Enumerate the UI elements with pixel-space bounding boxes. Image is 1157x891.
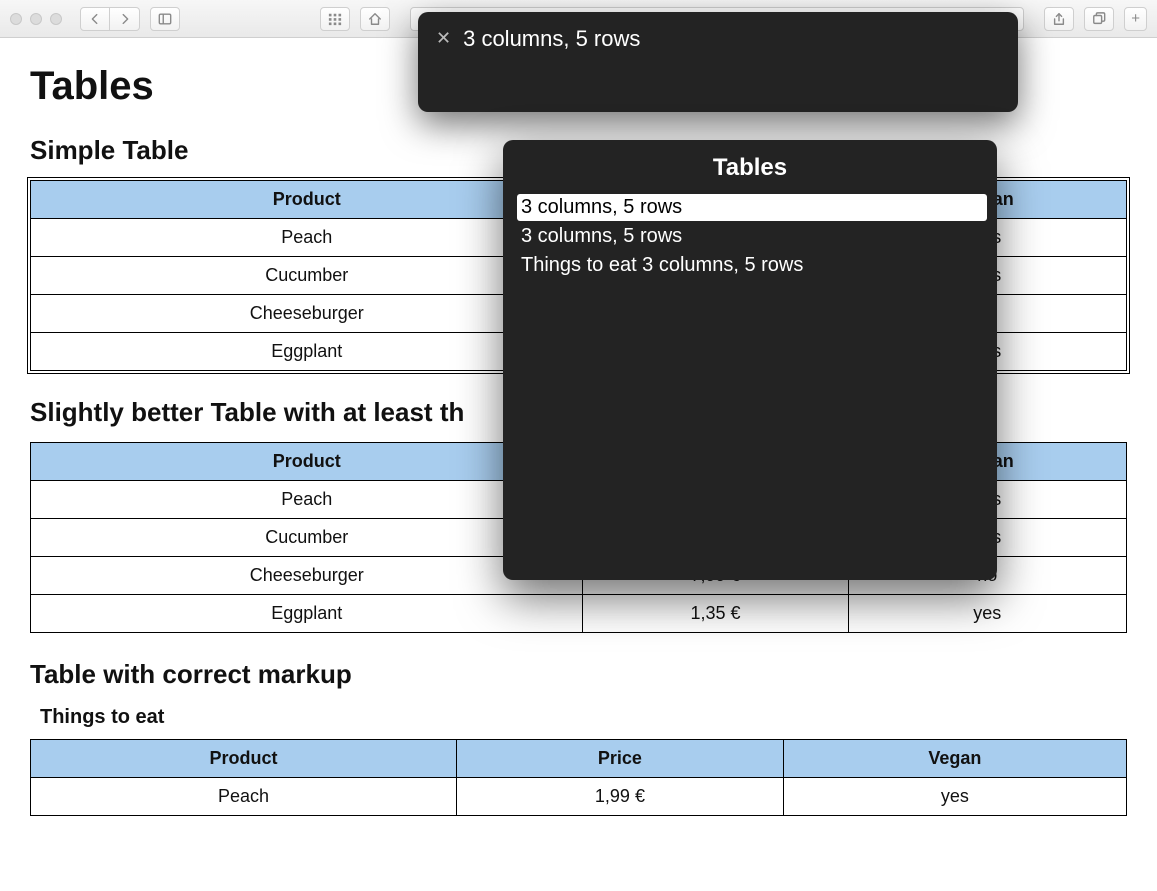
cell: Cheeseburger <box>31 557 583 595</box>
cell: 1,35 € <box>583 595 848 633</box>
cell: Cucumber <box>31 519 583 557</box>
table-row: Eggplant1,35 €yes <box>31 595 1127 633</box>
voiceover-rotor-list: 3 columns, 5 rows 3 columns, 5 rows Thin… <box>503 194 997 293</box>
table-header-row: Product Price Vegan <box>31 740 1127 778</box>
column-header: Price <box>457 740 784 778</box>
column-header: Product <box>31 181 583 219</box>
cell: Cheeseburger <box>31 295 583 333</box>
sidebar-toggle-button[interactable] <box>150 7 180 31</box>
close-icon[interactable]: ✕ <box>436 29 451 47</box>
share-button[interactable] <box>1044 7 1074 31</box>
zoom-window-icon[interactable] <box>50 13 62 25</box>
cell: Peach <box>31 219 583 257</box>
window-traffic-lights <box>10 13 62 25</box>
column-header: Product <box>31 740 457 778</box>
voiceover-rotor-panel: Tables 3 columns, 5 rows 3 columns, 5 ro… <box>503 140 997 580</box>
home-button[interactable] <box>360 7 390 31</box>
column-header: Product <box>31 443 583 481</box>
home-icon <box>368 12 382 26</box>
voiceover-readout-text: 3 columns, 5 rows <box>463 26 640 52</box>
plus-icon: + <box>1131 11 1140 26</box>
sidebar-icon <box>158 12 172 26</box>
cell: 1,99 € <box>457 778 784 816</box>
table-row: Peach1,99 €yes <box>31 778 1127 816</box>
top-sites-button[interactable] <box>320 7 350 31</box>
cell: Peach <box>31 778 457 816</box>
chevron-left-icon <box>88 12 102 26</box>
chevron-right-icon <box>118 12 132 26</box>
close-window-icon[interactable] <box>10 13 22 25</box>
correct-markup-table: Product Price Vegan Peach1,99 €yes <box>30 739 1127 816</box>
voiceover-rotor-item[interactable]: 3 columns, 5 rows <box>517 223 987 250</box>
tabs-button[interactable] <box>1084 7 1114 31</box>
voiceover-rotor-item[interactable]: Things to eat 3 columns, 5 rows <box>517 252 987 279</box>
forward-button[interactable] <box>110 7 140 31</box>
cell: Peach <box>31 481 583 519</box>
new-tab-button[interactable]: + <box>1124 7 1147 31</box>
cell: yes <box>848 595 1126 633</box>
cell: Cucumber <box>31 257 583 295</box>
cell: Eggplant <box>31 333 583 371</box>
grid-icon <box>328 12 342 26</box>
share-icon <box>1052 12 1066 26</box>
cell: yes <box>783 778 1126 816</box>
cell: Eggplant <box>31 595 583 633</box>
tabs-icon <box>1092 12 1106 26</box>
section-heading: Table with correct markup <box>30 659 1127 690</box>
voiceover-readout-panel: ✕ 3 columns, 5 rows <box>418 12 1018 112</box>
voiceover-rotor-title: Tables <box>503 140 997 194</box>
minimize-window-icon[interactable] <box>30 13 42 25</box>
back-button[interactable] <box>80 7 110 31</box>
voiceover-rotor-item[interactable]: 3 columns, 5 rows <box>517 194 987 221</box>
table-caption: Things to eat <box>40 706 1127 729</box>
column-header: Vegan <box>783 740 1126 778</box>
